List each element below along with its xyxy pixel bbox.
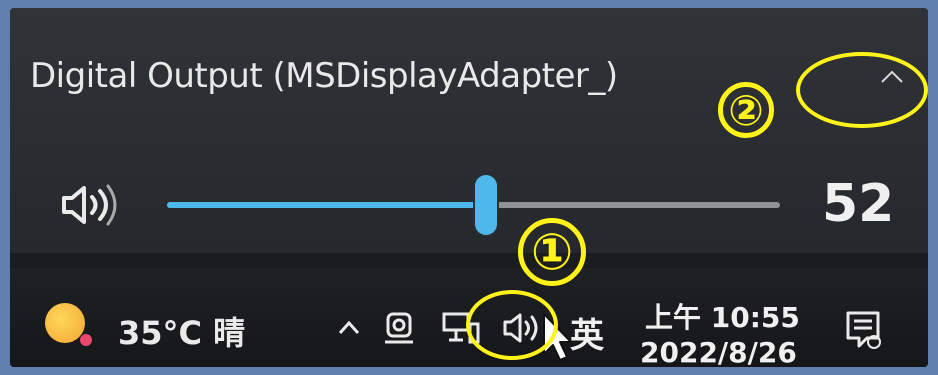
volume-flyout: Digital Output (MSDisplayAdapter_) 52 (10, 8, 928, 253)
output-device-name[interactable]: Digital Output (MSDisplayAdapter_) (30, 56, 618, 96)
volume-value: 52 (822, 174, 895, 234)
chevron-up-icon[interactable] (335, 314, 363, 342)
clock-time[interactable]: 上午 10:55 (645, 296, 800, 336)
ime-indicator[interactable]: 英 (570, 308, 604, 357)
volume-slider-fill (167, 202, 486, 208)
volume-slider-thumb[interactable] (474, 175, 497, 235)
annotation-number-one: ① (518, 218, 586, 286)
camera-icon[interactable] (381, 310, 417, 346)
annotation-ellipse-volume (466, 290, 558, 360)
weather-alert-dot (80, 334, 92, 346)
volume-slider[interactable] (167, 175, 780, 235)
annotation-number-two: ② (718, 82, 774, 138)
speaker-icon[interactable] (50, 180, 120, 230)
clock-date[interactable]: 2022/8/26 (640, 336, 797, 367)
sun-icon[interactable] (45, 303, 85, 343)
annotation-ellipse-collapse (796, 52, 928, 128)
weather-text[interactable]: 35°C 晴 (118, 308, 245, 354)
notification-icon[interactable] (843, 308, 883, 354)
